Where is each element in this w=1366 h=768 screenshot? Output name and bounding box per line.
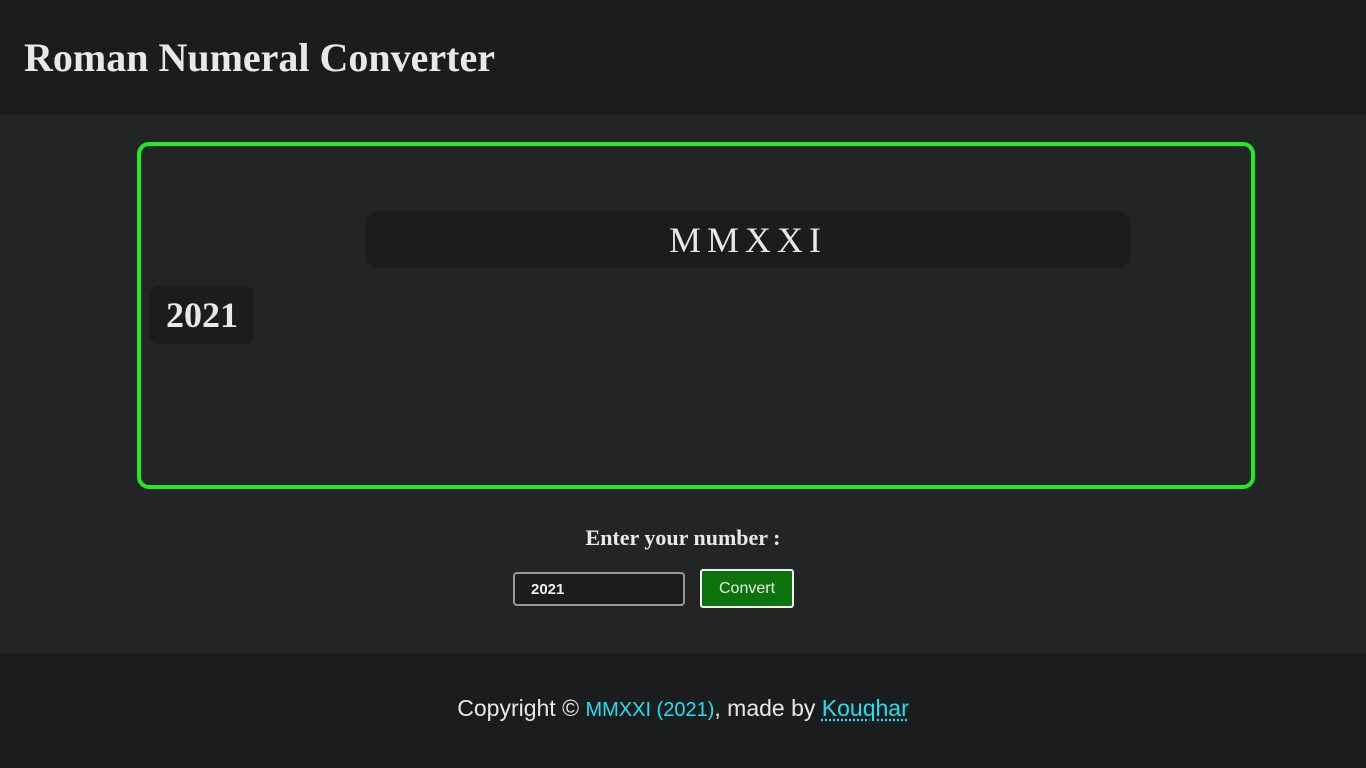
roman-result-box: MMXXI [366,211,1130,268]
made-by-text: , made by [714,695,816,721]
roman-numeral-output: MMXXI [668,219,827,260]
convert-button[interactable]: Convert [700,569,794,608]
app-header: Roman Numeral Converter [0,0,1366,115]
number-input-label: Enter your number : [585,525,781,550]
footer-copyright: Copyright © MMXXI (2021), made by Kouqha… [0,693,1366,725]
author-link[interactable]: Kouqhar [822,695,909,721]
page-title: Roman Numeral Converter [24,35,495,80]
number-input[interactable] [513,572,685,606]
arabic-number-box: 2021 [150,286,254,344]
app-footer: Copyright © MMXXI (2021), made by Kouqha… [0,653,1366,768]
copyright-year: MMXXI (2021) [585,699,715,721]
copyright-prefix: Copyright © [457,695,580,721]
arabic-number-output: 2021 [166,295,238,335]
result-panel: MMXXI 2021 [137,142,1255,489]
